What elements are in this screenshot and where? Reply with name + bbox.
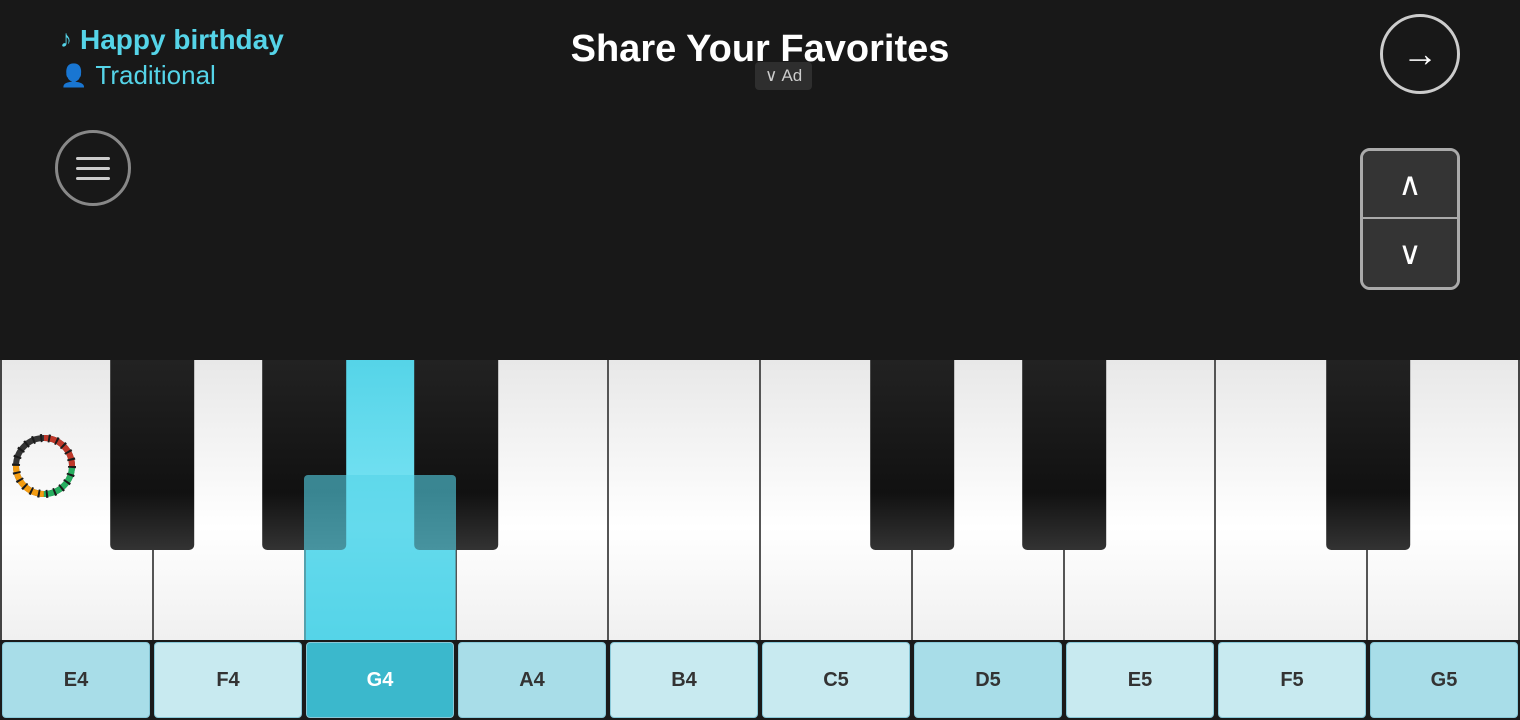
note-label-e5[interactable]: E5 <box>1066 642 1214 718</box>
white-key-b4[interactable] <box>608 360 760 640</box>
menu-lines-icon <box>76 157 110 180</box>
note-label-f4[interactable]: F4 <box>154 642 302 718</box>
black-key-f4gb4[interactable] <box>110 360 194 550</box>
white-keys-row <box>0 360 1520 640</box>
menu-line-1 <box>76 157 110 160</box>
note-label-b4[interactable]: B4 <box>610 642 758 718</box>
menu-line-3 <box>76 177 110 180</box>
note-label-g4[interactable]: G4 <box>306 642 454 718</box>
note-labels: E4F4G4A4B4C5D5E5F5G5 <box>0 640 1520 720</box>
song-title-row: ♪ Happy birthday <box>60 24 284 56</box>
black-key-c5db5[interactable] <box>870 360 954 550</box>
person-icon: 👤 <box>60 63 87 89</box>
next-arrow-icon: → <box>1402 33 1438 75</box>
piano-container: E4F4G4A4B4C5D5E5F5G5 <box>0 360 1520 720</box>
music-note-icon: ♪ <box>60 26 72 54</box>
chevron-down-icon: ∨ <box>1398 234 1421 272</box>
black-key-d5eb5[interactable] <box>1022 360 1106 550</box>
note-label-d5[interactable]: D5 <box>914 642 1062 718</box>
song-info: ♪ Happy birthday 👤 Traditional <box>60 24 284 91</box>
song-artist: Traditional <box>95 60 215 91</box>
note-label-a4[interactable]: A4 <box>458 642 606 718</box>
black-key-f5gb5[interactable] <box>1326 360 1410 550</box>
progress-circle <box>10 432 78 500</box>
menu-line-2 <box>76 167 110 170</box>
song-artist-row: 👤 Traditional <box>60 60 284 91</box>
scroll-controls: ∧ ∨ <box>1360 148 1460 290</box>
note-label-g5[interactable]: G5 <box>1370 642 1518 718</box>
note-label-e4[interactable]: E4 <box>2 642 150 718</box>
active-key-highlight <box>304 475 456 640</box>
song-title: Happy birthday <box>80 24 284 56</box>
note-label-f5[interactable]: F5 <box>1218 642 1366 718</box>
ad-badge[interactable]: ∨ Ad <box>755 62 812 90</box>
menu-button[interactable] <box>55 130 131 206</box>
scroll-up-button[interactable]: ∧ <box>1363 151 1457 219</box>
next-button[interactable]: → <box>1380 14 1460 94</box>
note-label-c5[interactable]: C5 <box>762 642 910 718</box>
ad-label: Ad <box>781 66 802 86</box>
ad-chevron: ∨ <box>765 66 777 86</box>
scroll-down-button[interactable]: ∨ <box>1363 219 1457 287</box>
chevron-up-icon: ∧ <box>1398 165 1421 203</box>
